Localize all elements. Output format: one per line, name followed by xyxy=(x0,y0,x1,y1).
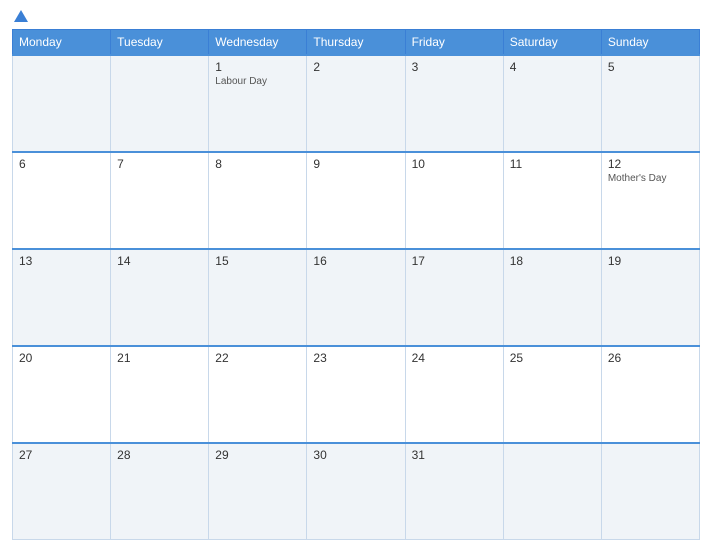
day-number: 16 xyxy=(313,254,398,268)
calendar-cell: 24 xyxy=(405,346,503,443)
calendar-cell: 19 xyxy=(601,249,699,346)
calendar-cell: 13 xyxy=(13,249,111,346)
day-number: 1 xyxy=(215,60,300,74)
day-number: 30 xyxy=(313,448,398,462)
calendar-wrapper: MondayTuesdayWednesdayThursdayFridaySatu… xyxy=(0,0,712,550)
calendar-cell: 27 xyxy=(13,443,111,540)
weekday-header-row: MondayTuesdayWednesdayThursdayFridaySatu… xyxy=(13,30,700,56)
calendar-cell: 4 xyxy=(503,55,601,152)
day-number: 25 xyxy=(510,351,595,365)
calendar-cell: 25 xyxy=(503,346,601,443)
calendar-cell: 29 xyxy=(209,443,307,540)
day-number: 7 xyxy=(117,157,202,171)
week-row-5: 27 28 29 30 31 xyxy=(13,443,700,540)
calendar-cell: 31 xyxy=(405,443,503,540)
calendar-cell: 3 xyxy=(405,55,503,152)
day-number: 22 xyxy=(215,351,300,365)
calendar-cell: 18 xyxy=(503,249,601,346)
day-number: 27 xyxy=(19,448,104,462)
day-number: 17 xyxy=(412,254,497,268)
calendar-cell: 10 xyxy=(405,152,503,249)
day-number: 21 xyxy=(117,351,202,365)
day-number: 4 xyxy=(510,60,595,74)
calendar-cell: 17 xyxy=(405,249,503,346)
calendar-cell xyxy=(503,443,601,540)
day-number: 5 xyxy=(608,60,693,74)
day-number: 2 xyxy=(313,60,398,74)
calendar-cell: 9 xyxy=(307,152,405,249)
day-number: 3 xyxy=(412,60,497,74)
weekday-header-friday: Friday xyxy=(405,30,503,56)
calendar-cell: 26 xyxy=(601,346,699,443)
calendar-cell: 1 Labour Day xyxy=(209,55,307,152)
day-number: 14 xyxy=(117,254,202,268)
calendar-cell: 12 Mother's Day xyxy=(601,152,699,249)
calendar-cell: 7 xyxy=(111,152,209,249)
week-row-2: 6789 10 11 12 Mother's Day xyxy=(13,152,700,249)
calendar-cell: 28 xyxy=(111,443,209,540)
weekday-header-sunday: Sunday xyxy=(601,30,699,56)
day-number: 28 xyxy=(117,448,202,462)
weekday-header-saturday: Saturday xyxy=(503,30,601,56)
calendar-cell xyxy=(601,443,699,540)
day-number: 13 xyxy=(19,254,104,268)
week-row-4: 20 21 22 23 24 25 26 xyxy=(13,346,700,443)
calendar-cell: 16 xyxy=(307,249,405,346)
day-number: 12 xyxy=(608,157,693,171)
calendar-cell: 30 xyxy=(307,443,405,540)
day-number: 11 xyxy=(510,157,595,171)
day-number: 26 xyxy=(608,351,693,365)
calendar-cell: 5 xyxy=(601,55,699,152)
header xyxy=(12,10,700,23)
day-number: 9 xyxy=(313,157,398,171)
calendar-table: MondayTuesdayWednesdayThursdayFridaySatu… xyxy=(12,29,700,540)
day-number: 29 xyxy=(215,448,300,462)
day-number: 6 xyxy=(19,157,104,171)
calendar-cell: 21 xyxy=(111,346,209,443)
week-row-1: 1 Labour Day 2345 xyxy=(13,55,700,152)
calendar-cell: 20 xyxy=(13,346,111,443)
day-number: 19 xyxy=(608,254,693,268)
day-number: 15 xyxy=(215,254,300,268)
weekday-header-monday: Monday xyxy=(13,30,111,56)
day-number: 23 xyxy=(313,351,398,365)
calendar-cell: 15 xyxy=(209,249,307,346)
day-number: 24 xyxy=(412,351,497,365)
weekday-header-tuesday: Tuesday xyxy=(111,30,209,56)
day-number: 10 xyxy=(412,157,497,171)
logo-triangle-icon xyxy=(14,10,28,22)
holiday-label: Labour Day xyxy=(215,76,300,87)
day-number: 31 xyxy=(412,448,497,462)
day-number: 18 xyxy=(510,254,595,268)
calendar-cell xyxy=(13,55,111,152)
day-number: 8 xyxy=(215,157,300,171)
weekday-header-wednesday: Wednesday xyxy=(209,30,307,56)
calendar-cell: 8 xyxy=(209,152,307,249)
logo xyxy=(12,10,28,23)
calendar-cell: 6 xyxy=(13,152,111,249)
weekday-header-thursday: Thursday xyxy=(307,30,405,56)
calendar-cell xyxy=(111,55,209,152)
week-row-3: 13 14 15 16 17 18 19 xyxy=(13,249,700,346)
calendar-cell: 14 xyxy=(111,249,209,346)
day-number: 20 xyxy=(19,351,104,365)
calendar-cell: 11 xyxy=(503,152,601,249)
holiday-label: Mother's Day xyxy=(608,173,693,184)
calendar-cell: 23 xyxy=(307,346,405,443)
calendar-cell: 2 xyxy=(307,55,405,152)
calendar-cell: 22 xyxy=(209,346,307,443)
